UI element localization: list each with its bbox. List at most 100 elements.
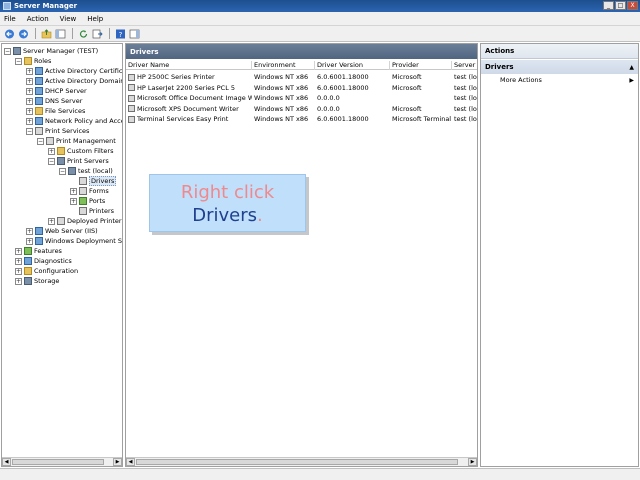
- printer-driver-icon: [128, 105, 135, 113]
- scroll-thumb[interactable]: [12, 459, 104, 465]
- minimize-button[interactable]: _: [603, 1, 614, 10]
- tree-horizontal-scrollbar[interactable]: ◀ ▶: [2, 457, 122, 466]
- tree-node[interactable]: + DHCP Server: [26, 86, 87, 96]
- tree-node[interactable]: + Configuration: [15, 266, 78, 276]
- toolbar-separator: [35, 28, 36, 39]
- expand-icon[interactable]: +: [15, 277, 22, 285]
- tree-node[interactable]: − Print Management: [37, 136, 116, 146]
- column-header-provider[interactable]: Provider: [390, 61, 452, 70]
- expand-icon[interactable]: +: [15, 257, 22, 265]
- role-icon: [35, 117, 43, 125]
- scroll-left-arrow-icon[interactable]: ◀: [126, 458, 135, 466]
- expand-icon[interactable]: +: [70, 187, 77, 195]
- callout-line-2: Drivers.: [150, 205, 305, 226]
- table-row[interactable]: Terminal Services Easy Print Windows NT x…: [126, 114, 477, 125]
- tree-node[interactable]: + Active Directory Domain Services: [26, 76, 122, 86]
- tree-node[interactable]: − Print Servers: [48, 156, 109, 166]
- scroll-thumb[interactable]: [136, 459, 458, 465]
- tree-node[interactable]: + Network Policy and Access Services: [26, 116, 122, 126]
- expand-icon[interactable]: +: [26, 67, 33, 75]
- expand-icon[interactable]: +: [26, 77, 33, 85]
- tree-node[interactable]: − Print Services: [26, 126, 89, 136]
- printer-icon: [79, 177, 87, 185]
- server-icon: [57, 157, 65, 165]
- expand-icon[interactable]: +: [26, 87, 33, 95]
- expand-icon[interactable]: +: [26, 117, 33, 125]
- menu-view[interactable]: View: [60, 15, 77, 23]
- table-row[interactable]: HP LaserJet 2200 Series PCL 5 Windows NT …: [126, 83, 477, 94]
- callout-target-name: Drivers: [192, 205, 258, 226]
- menu-help[interactable]: Help: [87, 15, 103, 23]
- column-header-driver-name[interactable]: Driver Name: [126, 61, 252, 70]
- up-level-button[interactable]: [40, 28, 52, 40]
- show-hide-tree-button[interactable]: [54, 28, 66, 40]
- tree-node[interactable]: + Diagnostics: [15, 256, 72, 266]
- actions-section-drivers[interactable]: Drivers ▲: [481, 60, 638, 74]
- expand-icon[interactable]: +: [26, 107, 33, 115]
- tree-node[interactable]: + Custom Filters: [48, 146, 113, 156]
- expand-icon[interactable]: +: [15, 267, 22, 275]
- table-row[interactable]: HP 2500C Series Printer Windows NT x86 6.0…: [126, 72, 477, 83]
- expand-icon[interactable]: +: [48, 147, 55, 155]
- forward-button[interactable]: [17, 28, 29, 40]
- expand-icon[interactable]: +: [48, 217, 55, 225]
- help-button[interactable]: ?: [114, 28, 126, 40]
- more-actions-item[interactable]: More Actions ▶: [481, 74, 638, 86]
- green-icon: [79, 197, 87, 205]
- collapse-icon[interactable]: −: [37, 137, 44, 145]
- tree-node[interactable]: − Roles: [15, 56, 51, 66]
- printer-icon: [79, 207, 87, 215]
- tree-node-label: Configuration: [34, 267, 79, 275]
- collapse-icon[interactable]: −: [59, 167, 66, 175]
- svg-text:?: ?: [118, 30, 122, 38]
- collapse-icon[interactable]: −: [15, 57, 22, 65]
- expand-icon[interactable]: +: [70, 197, 77, 205]
- tree-node-label: Ports: [89, 197, 106, 205]
- results-pane: Drivers Driver Name Environment Driver V…: [125, 43, 478, 467]
- collapse-icon[interactable]: −: [4, 47, 11, 55]
- expand-icon[interactable]: +: [26, 97, 33, 105]
- tree-node[interactable]: + Windows Deployment Services: [26, 236, 122, 246]
- column-header-environment[interactable]: Environment: [252, 61, 315, 70]
- role-icon: [35, 97, 43, 105]
- expand-icon[interactable]: +: [26, 227, 33, 235]
- scroll-left-arrow-icon[interactable]: ◀: [2, 458, 11, 466]
- menu-action[interactable]: Action: [27, 15, 49, 23]
- results-horizontal-scrollbar[interactable]: ◀ ▶: [126, 457, 477, 466]
- table-cell: Windows NT x86: [254, 115, 309, 124]
- driver-list: HP 2500C Series Printer Windows NT x86 6.0…: [126, 72, 477, 125]
- tree-node[interactable]: + Active Directory Certificate Services: [26, 66, 122, 76]
- back-button[interactable]: [3, 28, 15, 40]
- tree-node[interactable]: + DNS Server: [26, 96, 82, 106]
- menu-file[interactable]: File: [4, 15, 16, 23]
- collapse-caret-icon[interactable]: ▲: [629, 64, 634, 71]
- tree-node[interactable]: Printers: [70, 206, 114, 216]
- column-header-driver-version[interactable]: Driver Version: [315, 61, 390, 70]
- scroll-right-arrow-icon[interactable]: ▶: [468, 458, 477, 466]
- close-button[interactable]: X: [627, 1, 638, 10]
- tree-node-label: test (local): [78, 167, 113, 175]
- refresh-button[interactable]: [77, 28, 89, 40]
- toolbar: ?: [0, 26, 640, 42]
- table-row[interactable]: Microsoft Office Document Image Writer D…: [126, 93, 477, 104]
- collapse-icon[interactable]: −: [26, 127, 33, 135]
- tree-node[interactable]: + Storage: [15, 276, 59, 286]
- tree-node[interactable]: + Features: [15, 246, 62, 256]
- tree-node[interactable]: + Deployed Printers: [48, 216, 122, 226]
- tree-node[interactable]: + File Services: [26, 106, 85, 116]
- scroll-right-arrow-icon[interactable]: ▶: [113, 458, 122, 466]
- collapse-icon[interactable]: −: [48, 157, 55, 165]
- export-list-button[interactable]: [91, 28, 103, 40]
- tree-node[interactable]: Drivers: [70, 176, 117, 186]
- tree-node[interactable]: + Web Server (IIS): [26, 226, 98, 236]
- tree-node[interactable]: + Forms: [70, 186, 109, 196]
- show-hide-action-pane-button[interactable]: [128, 28, 140, 40]
- tree-node[interactable]: + Ports: [70, 196, 105, 206]
- expand-icon[interactable]: +: [15, 247, 22, 255]
- tree-node[interactable]: − Server Manager (TEST): [4, 46, 98, 56]
- expand-icon[interactable]: +: [26, 237, 33, 245]
- column-header-server-name[interactable]: Server Name: [452, 61, 477, 70]
- maximize-button[interactable]: □: [615, 1, 626, 10]
- table-row[interactable]: Microsoft XPS Document Writer Windows NT …: [126, 104, 477, 115]
- tree-node[interactable]: − test (local): [59, 166, 113, 176]
